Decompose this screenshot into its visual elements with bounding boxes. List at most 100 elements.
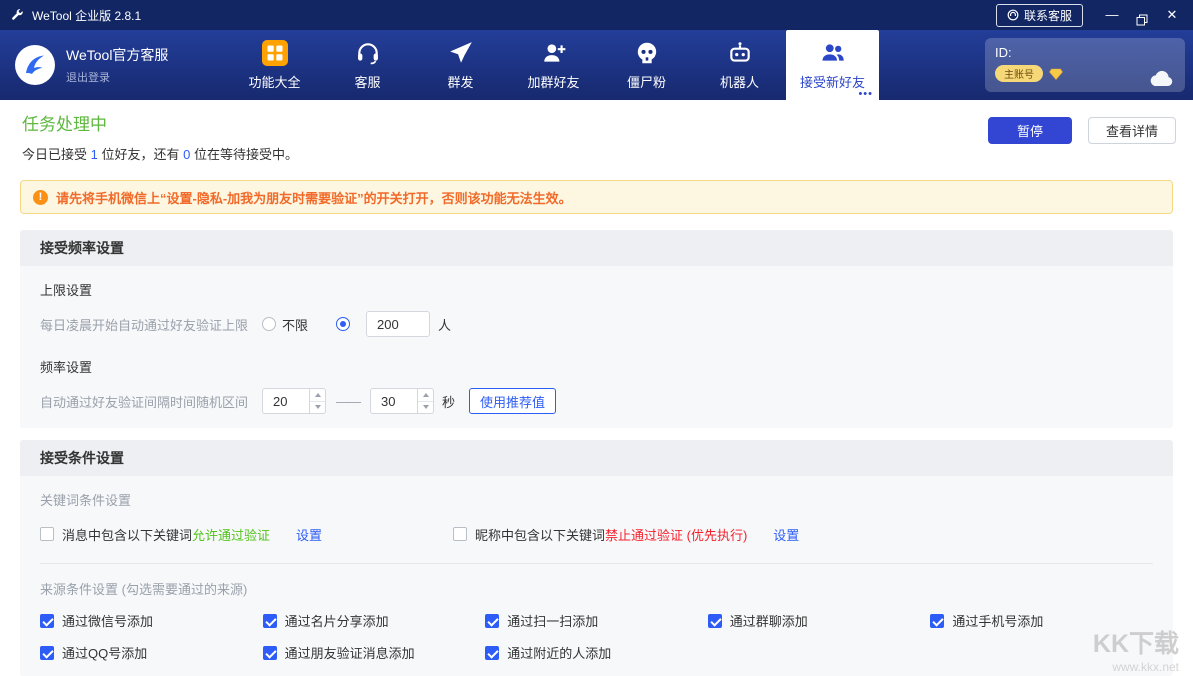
allow-keyword-label: 消息中包含以下关键词 — [62, 525, 192, 544]
unlimited-radio[interactable]: 不限 — [262, 315, 336, 334]
daily-limit-label: 每日凌晨开始自动通过好友验证上限 — [40, 315, 248, 334]
source-option-phone-number[interactable]: 通过手机号添加 — [930, 611, 1153, 630]
nav-item-add-group-friends[interactable]: 加群好友 — [507, 30, 600, 100]
deny-keyword-checkbox[interactable] — [453, 527, 467, 541]
accepted-count: 1 — [91, 147, 98, 162]
account-id-label: ID: — [995, 45, 1175, 60]
maximize-button[interactable] — [1127, 5, 1157, 26]
checkbox-icon — [930, 614, 944, 628]
spinner-arrows-icon[interactable] — [309, 389, 325, 413]
headset-icon — [355, 40, 381, 66]
summary-mid: 位好友，还有 — [98, 147, 183, 162]
source-option-scan[interactable]: 通过扫一扫添加 — [485, 611, 708, 630]
source-option-friend-verification[interactable]: 通过朋友验证消息添加 — [263, 643, 486, 662]
people-icon — [820, 40, 846, 66]
nav-item-zombie-fans[interactable]: 僵尸粉 — [600, 30, 693, 100]
summary-suffix: 位在等待接受中。 — [190, 147, 298, 162]
checkbox-icon — [485, 646, 499, 660]
more-options-dots-icon[interactable]: ••• — [858, 89, 873, 100]
deny-keyword-rule: 昵称中包含以下关键词 禁止通过验证 (优先执行) 设置 — [453, 525, 799, 544]
nav-item-customer-service[interactable]: 客服 — [321, 30, 414, 100]
source-option-wechat-id[interactable]: 通过微信号添加 — [40, 611, 263, 630]
source-option-qq-number[interactable]: 通过QQ号添加 — [40, 643, 263, 662]
interval-row: 自动通过好友验证间隔时间随机区间 20 —— 30 秒 使用推荐值 — [40, 388, 1153, 414]
wrench-icon — [10, 8, 24, 22]
unlimited-radio-label: 不限 — [282, 315, 308, 334]
wetool-window: WeTool 企业版 2.8.1 联系客服 — ✕ WeTool官方客服 退出登… — [0, 0, 1193, 676]
view-details-button[interactable]: 查看详情 — [1088, 117, 1176, 144]
condition-settings-section: 接受条件设置 关键词条件设置 消息中包含以下关键词 允许通过验证 设置 昵称中包… — [20, 440, 1173, 676]
radio-circle-icon — [262, 317, 276, 331]
robot-icon — [727, 40, 753, 66]
source-option-nearby-people[interactable]: 通过附近的人添加 — [485, 643, 708, 662]
warning-icon: ! — [33, 190, 48, 205]
task-summary: 今日已接受 1 位好友，还有 0 位在等待接受中。 — [22, 144, 1171, 163]
main-navbar: WeTool官方客服 退出登录 功能大全 客服 群发 — [0, 30, 1193, 100]
range-dash: —— — [336, 394, 360, 409]
cloud-sync-icon[interactable] — [1149, 70, 1175, 87]
checkbox-icon — [263, 646, 277, 660]
radio-circle-icon — [336, 317, 350, 331]
section-divider — [40, 563, 1153, 564]
deny-keyword-label: 昵称中包含以下关键词 — [475, 525, 605, 544]
nav-item-feature-center[interactable]: 功能大全 — [228, 30, 321, 100]
daily-limit-unit: 人 — [438, 315, 451, 334]
deny-keyword-settings-link[interactable]: 设置 — [773, 525, 799, 544]
frequency-section-title: 接受频率设置 — [20, 230, 1173, 266]
pause-button[interactable]: 暂停 — [988, 117, 1072, 144]
interval-max-value: 30 — [371, 389, 417, 413]
interval-min-value: 20 — [263, 389, 309, 413]
condition-section-title: 接受条件设置 — [20, 440, 1173, 476]
headset-mini-icon — [1007, 9, 1019, 21]
nav-item-accept-new-friends[interactable]: 接受新好友 ••• — [786, 30, 879, 100]
task-status-bar: 任务处理中 今日已接受 1 位好友，还有 0 位在等待接受中。 暂停 查看详情 — [0, 100, 1193, 164]
source-option-group-chat[interactable]: 通过群聊添加 — [708, 611, 931, 630]
nav-label: 功能大全 — [248, 72, 300, 91]
spinner-arrows-icon[interactable] — [417, 389, 433, 413]
nav-label: 接受新好友 — [800, 72, 865, 91]
nav-label: 客服 — [354, 72, 380, 91]
source-options-grid: 通过微信号添加 通过名片分享添加 通过扫一扫添加 通过群聊添加 通过手机号添加 — [40, 611, 1153, 662]
use-recommended-button[interactable]: 使用推荐值 — [469, 388, 556, 414]
daily-limit-row: 每日凌晨开始自动通过好友验证上限 不限 200 人 — [40, 311, 1153, 337]
limit-subtitle: 上限设置 — [40, 280, 1153, 299]
skull-icon — [634, 40, 660, 66]
warning-text: 请先将手机微信上“设置-隐私-加我为朋友时需要验证”的开关打开，否则该功能无法生… — [56, 188, 572, 207]
checkbox-icon — [263, 614, 277, 628]
keyword-rules-row: 消息中包含以下关键词 允许通过验证 设置 昵称中包含以下关键词 禁止通过验证 (… — [40, 523, 1153, 545]
allow-action-text: 允许通过验证 — [192, 525, 270, 544]
allow-keyword-checkbox[interactable] — [40, 527, 54, 541]
source-option-card-share[interactable]: 通过名片分享添加 — [263, 611, 486, 630]
rate-subtitle: 频率设置 — [40, 357, 1153, 376]
checkbox-icon — [40, 527, 54, 541]
diamond-icon — [1049, 68, 1063, 80]
nav-item-bulk-send[interactable]: 群发 — [414, 30, 507, 100]
nav-label: 僵尸粉 — [627, 72, 666, 91]
nav-item-robot[interactable]: 机器人 — [693, 30, 786, 100]
minimize-button[interactable]: — — [1097, 0, 1127, 30]
summary-prefix: 今日已接受 — [22, 147, 91, 162]
titlebar: WeTool 企业版 2.8.1 联系客服 — ✕ — [0, 0, 1193, 30]
nav-list: 功能大全 客服 群发 加群好友 — [228, 30, 879, 100]
source-subtitle: 来源条件设置 (勾选需要通过的来源) — [40, 579, 1153, 598]
condition-section-body: 关键词条件设置 消息中包含以下关键词 允许通过验证 设置 昵称中包含以下关键词 … — [20, 476, 1173, 676]
titlebar-controls: 联系客服 — ✕ — [996, 0, 1187, 30]
limit-radio[interactable] — [336, 317, 350, 331]
interval-max-input[interactable]: 30 — [370, 388, 434, 414]
grid-icon — [262, 40, 288, 66]
logout-link[interactable]: 退出登录 — [66, 69, 168, 85]
brand-area: WeTool官方客服 退出登录 — [0, 30, 228, 100]
person-add-icon — [541, 40, 567, 66]
checkbox-icon — [40, 614, 54, 628]
nav-label: 机器人 — [720, 72, 759, 91]
daily-limit-input[interactable]: 200 — [366, 311, 430, 337]
contact-support-label: 联系客服 — [1024, 7, 1072, 24]
contact-support-button[interactable]: 联系客服 — [996, 4, 1083, 27]
logged-in-account-name: WeTool官方客服 — [66, 45, 168, 65]
close-button[interactable]: ✕ — [1157, 0, 1187, 30]
account-id-panel: ID: 主账号 — [985, 38, 1185, 92]
interval-min-input[interactable]: 20 — [262, 388, 326, 414]
allow-keyword-settings-link[interactable]: 设置 — [296, 525, 322, 544]
send-icon — [448, 40, 474, 66]
deny-action-text: 禁止通过验证 (优先执行) — [605, 525, 747, 544]
